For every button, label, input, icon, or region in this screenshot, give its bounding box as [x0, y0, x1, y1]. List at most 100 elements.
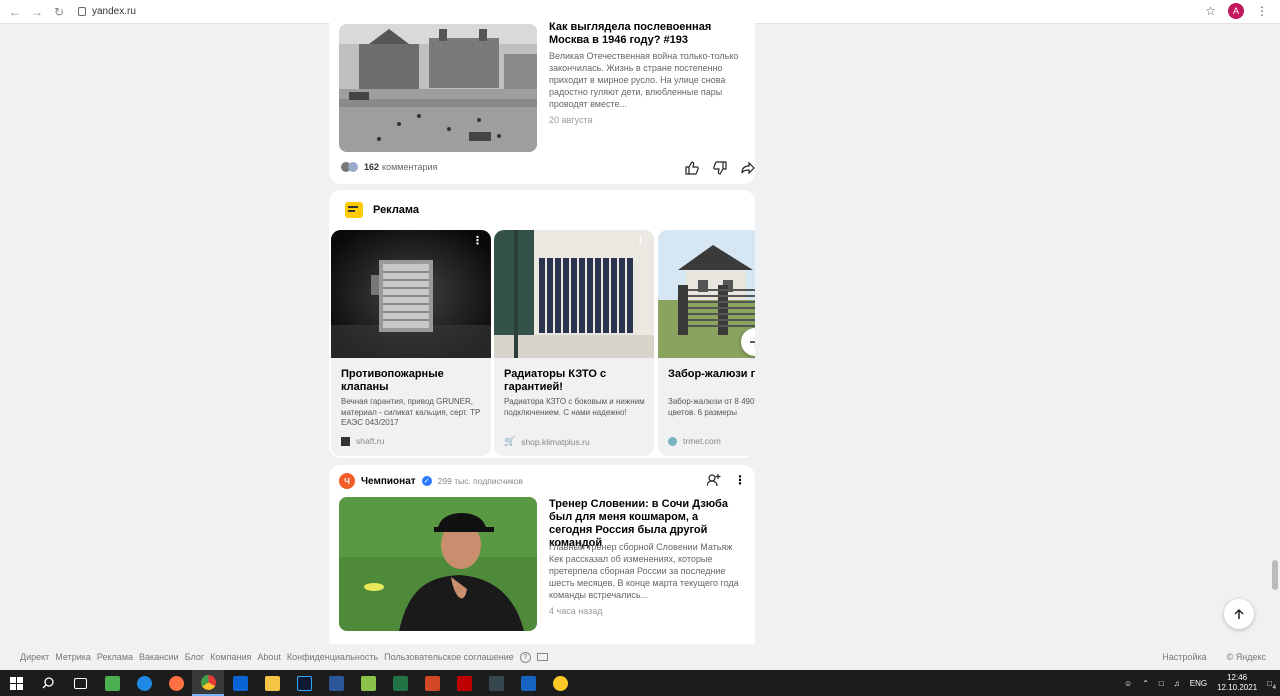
ad-item-source: shaft.ru: [341, 436, 384, 446]
terminal-app-icon[interactable]: [480, 670, 512, 696]
feed-card-article[interactable]: Ч Чемпионат ✓ 299 тыс. подписчиков ⋮ Тре…: [329, 465, 755, 655]
more-options-icon[interactable]: ⋮: [734, 473, 746, 487]
firefox-app-icon[interactable]: [160, 670, 192, 696]
volume-icon[interactable]: ♫: [1174, 679, 1180, 688]
coach-photo-image: [339, 497, 537, 631]
browser-menu-icon[interactable]: ⋮: [1256, 4, 1268, 18]
task-view-icon[interactable]: [64, 670, 96, 696]
like-icon[interactable]: [685, 161, 699, 175]
footer-link-metrika[interactable]: Метрика: [55, 652, 91, 662]
comments-count: 162: [364, 162, 380, 172]
clock-time: 12:46: [1227, 673, 1248, 682]
share-icon[interactable]: [741, 161, 755, 175]
outlook-app-icon[interactable]: [224, 670, 256, 696]
ad-source-text: trmet.com: [683, 436, 721, 446]
comments-label: комментария: [382, 162, 438, 172]
excel-app-icon[interactable]: [384, 670, 416, 696]
scroll-to-top-button[interactable]: [1224, 599, 1254, 629]
cart-icon: 🛒: [504, 436, 516, 446]
file-explorer-icon[interactable]: [256, 670, 288, 696]
language-indicator[interactable]: ENG: [1190, 679, 1207, 688]
notes-app-icon[interactable]: [352, 670, 384, 696]
footer-copyright: © Яндекс: [1226, 652, 1266, 662]
source-logo[interactable]: Ч: [339, 473, 355, 489]
chrome-app-icon[interactable]: [192, 670, 224, 696]
arrow-up-icon: [1234, 608, 1244, 619]
help-icon[interactable]: ?: [519, 651, 531, 663]
ad-source-text: shop.klimatplus.ru: [521, 436, 590, 447]
article-description: Главный тренер сборной Словении Матьяж К…: [549, 542, 739, 600]
footer-link-advertising[interactable]: Реклама: [97, 652, 133, 662]
profile-avatar[interactable]: A: [1228, 3, 1244, 19]
address-text: yandex.ru: [92, 6, 136, 17]
article-title[interactable]: Как выглядела послевоенная Москва в 1946…: [549, 21, 739, 47]
filezilla-app-icon[interactable]: [448, 670, 480, 696]
remote-app-icon[interactable]: [512, 670, 544, 696]
reload-icon[interactable]: ↻: [52, 5, 66, 19]
tray-chevron-icon[interactable]: ⌃: [1142, 679, 1149, 688]
system-clock[interactable]: 12:46 12.10.2021: [1217, 673, 1257, 693]
search-icon[interactable]: [32, 670, 64, 696]
favicon-icon: [341, 436, 350, 446]
page-scrollbar[interactable]: [1271, 24, 1280, 644]
ad-more-icon[interactable]: ⋮: [472, 234, 483, 247]
ad-item-description: Забор-жалюзи от 8 490 за секцию. 26 цвет…: [668, 397, 755, 417]
ad-item-source: 🛒 shop.klimatplus.ru: [504, 436, 590, 447]
notifications-icon[interactable]: □ 4: [1267, 679, 1276, 691]
footer-link-about[interactable]: About: [257, 652, 281, 662]
edge-app-icon[interactable]: [128, 670, 160, 696]
favicon-icon: [668, 436, 677, 446]
mail-icon[interactable]: [536, 653, 548, 661]
subscribe-icon[interactable]: [706, 473, 721, 490]
article-thumbnail[interactable]: [339, 497, 537, 631]
ad-item-title: Противопожарные клапаны: [341, 368, 444, 393]
windows-start-icon[interactable]: [0, 670, 32, 696]
address-bar[interactable]: yandex.ru: [78, 6, 136, 17]
ad-item-valves[interactable]: ⋮ Противопожарные клапаны Вечная гаранти…: [331, 230, 491, 456]
network-icon[interactable]: □: [1159, 679, 1164, 688]
photoshop-app-icon[interactable]: [288, 670, 320, 696]
ad-item-radiators[interactable]: ⋮ Радиаторы КЗТО с гарантией! Радиатора …: [494, 230, 654, 456]
bookmark-star-icon[interactable]: ☆: [1205, 4, 1216, 18]
notifications-count: 4: [1272, 684, 1276, 691]
article-description: Великая Отечественная война только-тольк…: [549, 51, 739, 109]
article-date: 20 августа: [549, 115, 593, 125]
ad-item-description: Вечная гарантия, привод GRUNER, материал…: [341, 397, 481, 427]
ad-item-title: Радиаторы КЗТО с гарантией!: [504, 368, 607, 393]
ad-source-text: shaft.ru: [356, 436, 385, 446]
subscribers-count: 299 тыс. подписчиков: [437, 476, 524, 486]
1c-app-icon[interactable]: [544, 670, 576, 696]
people-icon[interactable]: ☺: [1124, 679, 1132, 688]
commenter-avatars: [341, 162, 358, 172]
page-footer: Директ Метрика Реклама Вакансии Блог Ком…: [0, 644, 1280, 670]
footer-link-direct[interactable]: Директ: [20, 652, 49, 662]
forward-icon[interactable]: →: [30, 5, 44, 19]
word-app-icon[interactable]: [320, 670, 352, 696]
powerpoint-app-icon[interactable]: [416, 670, 448, 696]
ad-carousel-card: Реклама ⋮ Противопожарные клапаны Вечная…: [329, 190, 755, 458]
footer-link-blog[interactable]: Блог: [185, 652, 204, 662]
footer-link-privacy[interactable]: Конфиденциальность: [287, 652, 378, 662]
windows-taskbar: ☺ ⌃ □ ♫ ENG 12:46 12.10.2021 □ 4: [0, 670, 1280, 696]
back-icon[interactable]: ←: [8, 5, 22, 19]
moscow-photo-image: [339, 24, 537, 152]
dislike-icon[interactable]: [713, 161, 727, 175]
scrollbar-thumb[interactable]: [1272, 560, 1278, 590]
minecraft-app-icon[interactable]: [96, 670, 128, 696]
ad-more-icon[interactable]: ⋮: [635, 234, 646, 247]
feed-card-article[interactable]: Как выглядела послевоенная Москва в 1946…: [329, 14, 755, 184]
verified-icon: ✓: [421, 476, 432, 486]
ad-logo-icon: [345, 202, 363, 218]
footer-link-vacancies[interactable]: Вакансии: [139, 652, 179, 662]
ad-block-title: Реклама: [373, 204, 420, 216]
ad-item-title: Забор-жалюзи премиум класса с завода...: [668, 368, 755, 380]
article-date: 4 часа назад: [549, 606, 603, 616]
ad-item-description: Радиатора КЗТО с боковым и нижним подклю…: [504, 397, 645, 417]
comments-row[interactable]: 162 комментария: [341, 162, 437, 172]
article-thumbnail[interactable]: [339, 24, 537, 152]
footer-settings-link[interactable]: Настройка: [1162, 652, 1206, 662]
ad-image-radiator: [494, 230, 654, 358]
source-name[interactable]: Чемпионат: [361, 476, 416, 487]
footer-link-company[interactable]: Компания: [210, 652, 251, 662]
footer-link-terms[interactable]: Пользовательское соглашение: [384, 652, 514, 662]
